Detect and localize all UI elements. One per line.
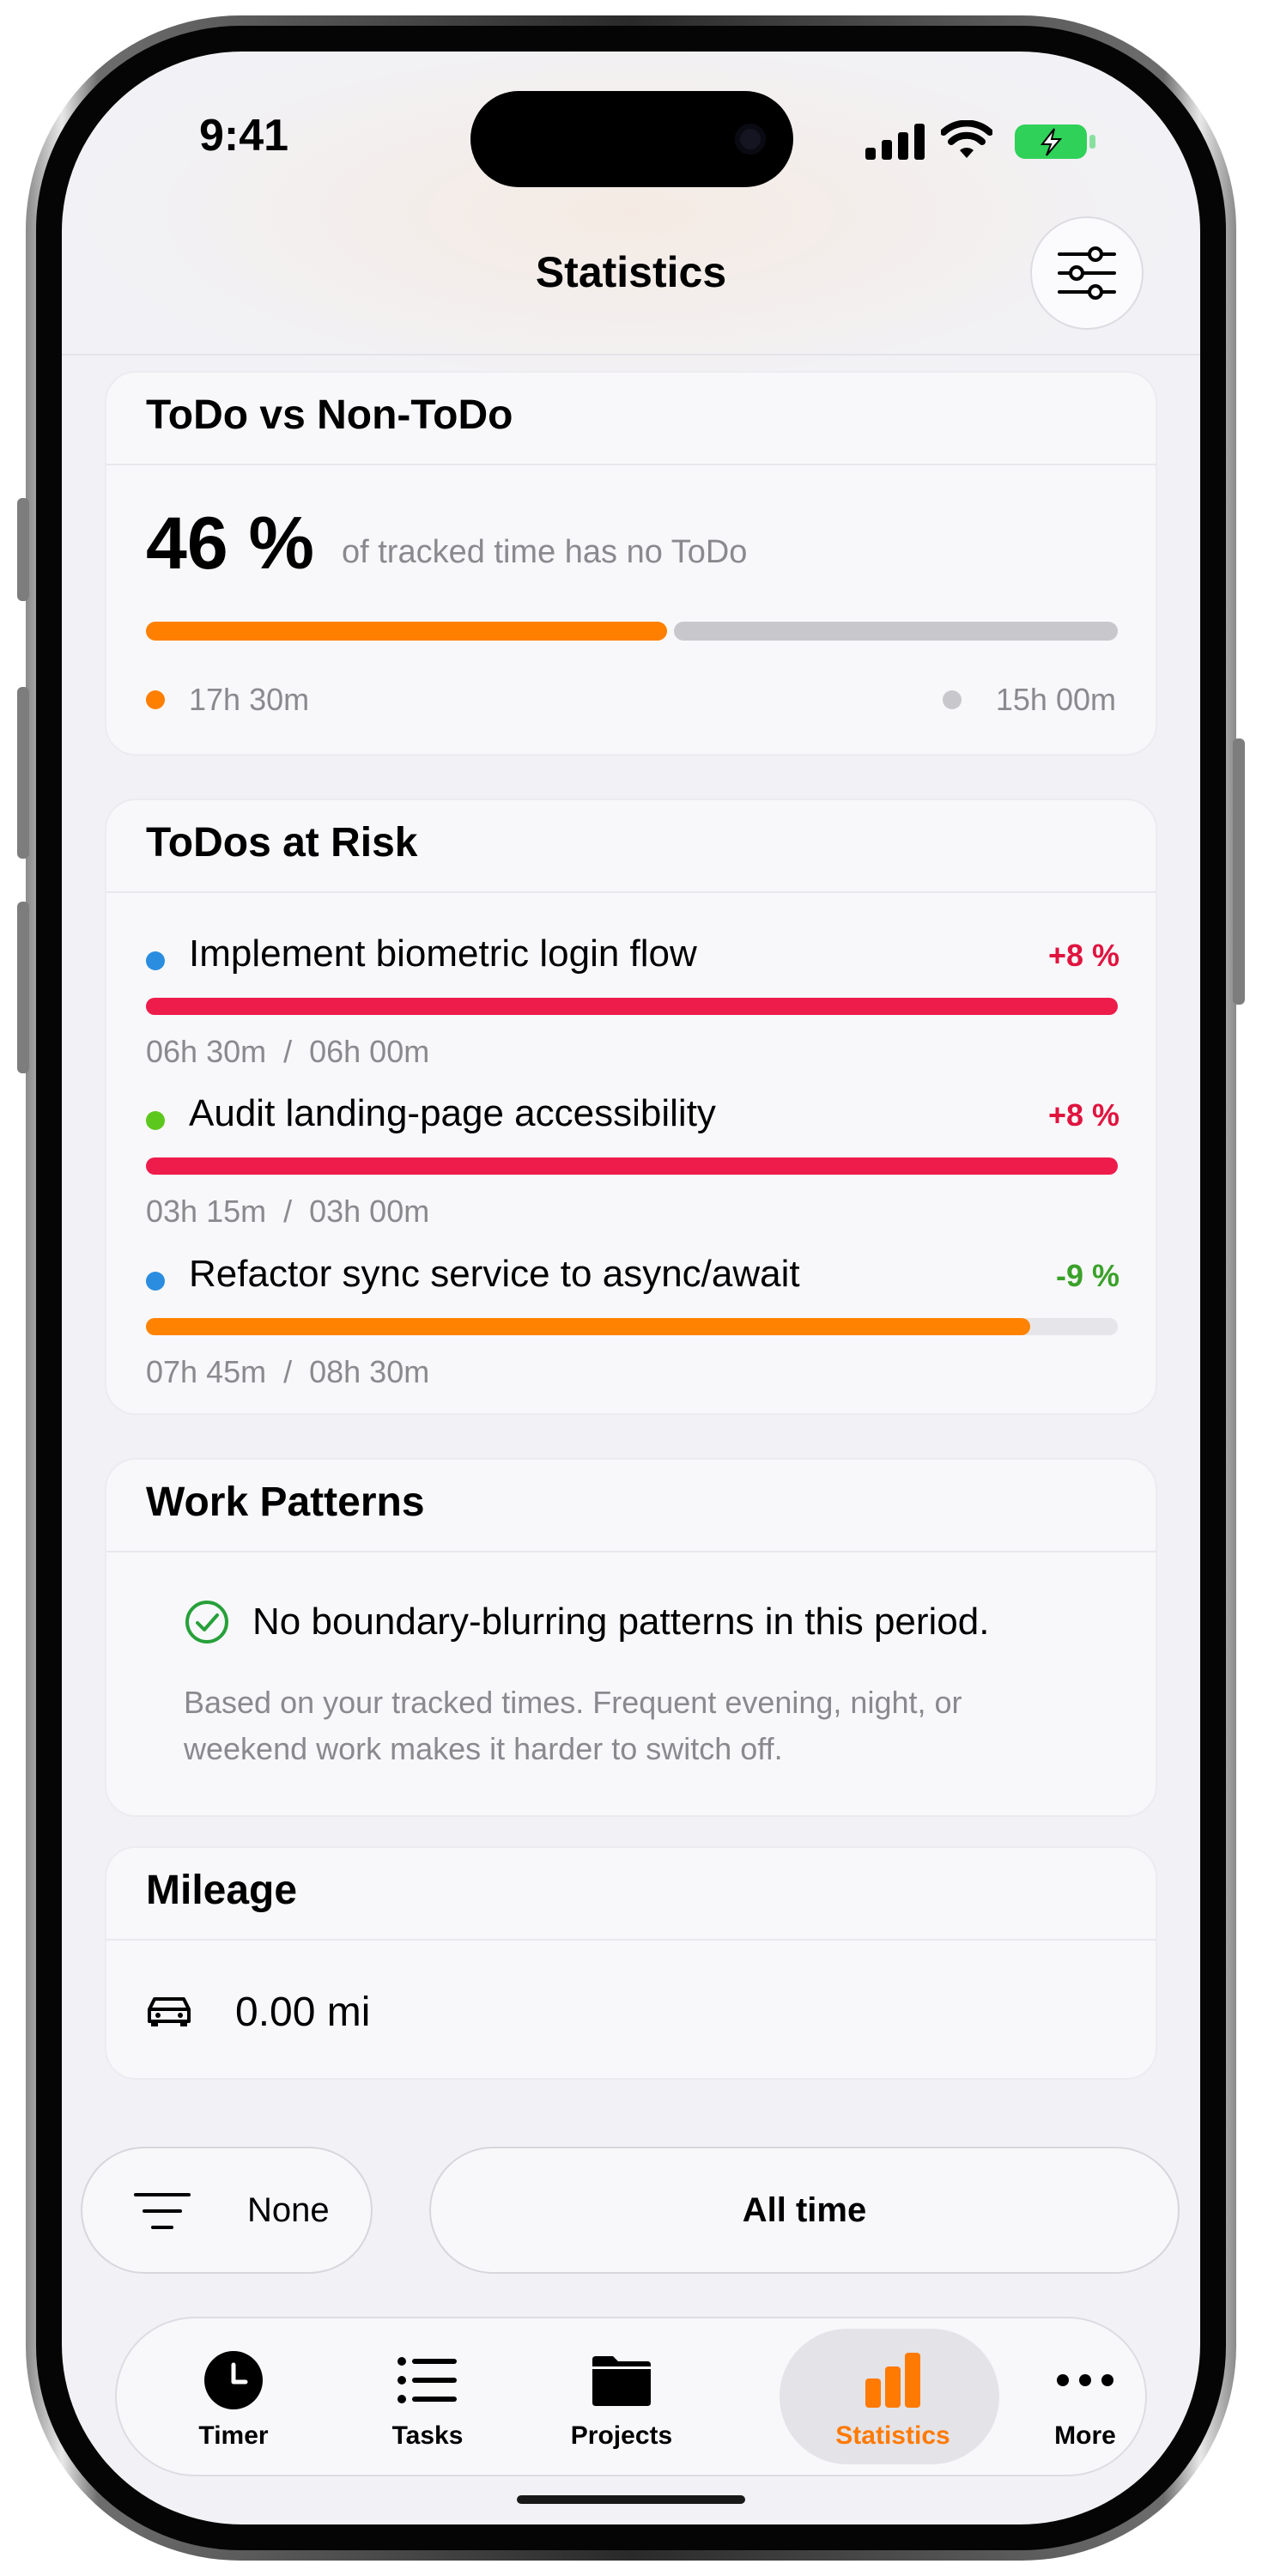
card-title: ToDos at Risk [146, 820, 418, 866]
car-icon [148, 1997, 191, 2026]
tab-bar: Timer Tasks Projects Statistics More [115, 2317, 1147, 2476]
mileage-value: 0.00 mi [235, 1990, 371, 2035]
wifi-icon [941, 120, 992, 158]
ellipsis-icon [1057, 2374, 1113, 2386]
header-divider [62, 354, 1200, 355]
tab-projects[interactable]: Projects [519, 2318, 725, 2475]
power-button [1233, 738, 1245, 1005]
volume-up-button [17, 687, 29, 859]
date-range-button[interactable]: All time [429, 2147, 1180, 2274]
tab-label: Timer [198, 2421, 269, 2450]
work-pattern-note-line1: Based on your tracked times. Frequent ev… [184, 1685, 962, 1720]
group-filter-button[interactable]: None [81, 2147, 373, 2274]
card-title: Work Patterns [146, 1479, 425, 1525]
battery-charging-icon [1015, 125, 1095, 159]
tab-label: More [1054, 2421, 1116, 2450]
time-spent-vs-estimate: 03h 15m / 03h 00m [146, 1194, 430, 1229]
action-button [17, 498, 29, 601]
todo-vs-non-todo-card: ToDo vs Non-ToDo 46 % of tracked time ha… [105, 371, 1157, 756]
filter-lines-icon [134, 2193, 191, 2229]
progress-track [146, 1157, 1118, 1175]
todo-split-bar [146, 622, 1118, 641]
card-divider [106, 464, 1156, 465]
volume-down-button [17, 902, 29, 1073]
card-divider [106, 1939, 1156, 1941]
progress-track [146, 998, 1118, 1015]
check-circle-icon [185, 1601, 228, 1643]
project-color-dot [146, 951, 165, 970]
work-patterns-card: Work Patterns No boundary-blurring patte… [105, 1458, 1157, 1817]
tab-label: Statistics [835, 2421, 950, 2450]
work-pattern-note-line2: weekend work makes it harder to switch o… [184, 1731, 783, 1766]
no-todo-caption: of tracked time has no ToDo [342, 534, 748, 570]
work-pattern-status: No boundary-blurring patterns in this pe… [252, 1601, 990, 1643]
risk-item[interactable]: Audit landing-page accessibility +8 % 03… [106, 1089, 1156, 1235]
card-title: ToDo vs Non-ToDo [146, 392, 513, 438]
filter-settings-button[interactable] [1030, 216, 1144, 330]
project-color-dot [146, 1272, 165, 1291]
front-camera [735, 124, 766, 155]
card-divider [106, 1551, 1156, 1552]
progress-fill [146, 998, 1118, 1015]
time-spent-vs-estimate: 06h 30m / 06h 00m [146, 1034, 430, 1069]
progress-fill [146, 1157, 1118, 1175]
risk-item[interactable]: Refactor sync service to async/await -9 … [106, 1249, 1156, 1395]
progress-track [146, 1318, 1118, 1335]
todos-at-risk-card: ToDos at Risk Implement biometric login … [105, 799, 1157, 1415]
sliders-icon [1058, 246, 1116, 300]
progress-fill [146, 1318, 1031, 1335]
status-time: 9:41 [199, 111, 289, 161]
project-color-dot [146, 1111, 165, 1130]
group-filter-label: None [247, 2191, 330, 2229]
non-todo-legend-dot [943, 690, 962, 709]
card-title: Mileage [146, 1868, 298, 1913]
mileage-card: Mileage 0.00 mi [105, 1846, 1157, 2080]
tab-timer[interactable]: Timer [130, 2318, 337, 2475]
non-todo-segment [674, 622, 1118, 641]
home-indicator [517, 2495, 745, 2504]
tab-tasks[interactable]: Tasks [325, 2318, 531, 2475]
task-name: Implement biometric login flow [189, 933, 697, 975]
folder-icon [592, 2356, 651, 2406]
tab-statistics[interactable]: Statistics [790, 2318, 996, 2475]
cellular-signal-icon [865, 124, 925, 160]
task-name: Refactor sync service to async/await [189, 1253, 800, 1295]
non-todo-time: 15h 00m [995, 682, 1116, 717]
overrun-percent: +8 % [1047, 1097, 1119, 1133]
todo-time: 17h 30m [189, 682, 310, 717]
task-name: Audit landing-page accessibility [189, 1092, 716, 1134]
time-spent-vs-estimate: 07h 45m / 08h 30m [146, 1354, 430, 1389]
tab-label: Projects [570, 2421, 673, 2450]
date-range-label: All time [742, 2191, 867, 2229]
no-todo-percent: 46 % [146, 502, 315, 585]
screen: 9:41 Statistics ToDo vs Non-ToDo 46 % of… [62, 52, 1200, 2524]
todo-legend-dot [146, 690, 165, 709]
clock-icon [204, 2351, 263, 2409]
list-icon [397, 2357, 457, 2403]
tab-more[interactable]: More [982, 2318, 1188, 2475]
tab-label: Tasks [391, 2421, 464, 2450]
overrun-percent: -9 % [1055, 1258, 1119, 1293]
bar-chart-icon [865, 2353, 920, 2408]
risk-item[interactable]: Implement biometric login flow +8 % 06h … [106, 929, 1156, 1075]
todo-segment [146, 622, 667, 641]
card-divider [106, 891, 1156, 893]
overrun-percent: +8 % [1047, 938, 1119, 973]
